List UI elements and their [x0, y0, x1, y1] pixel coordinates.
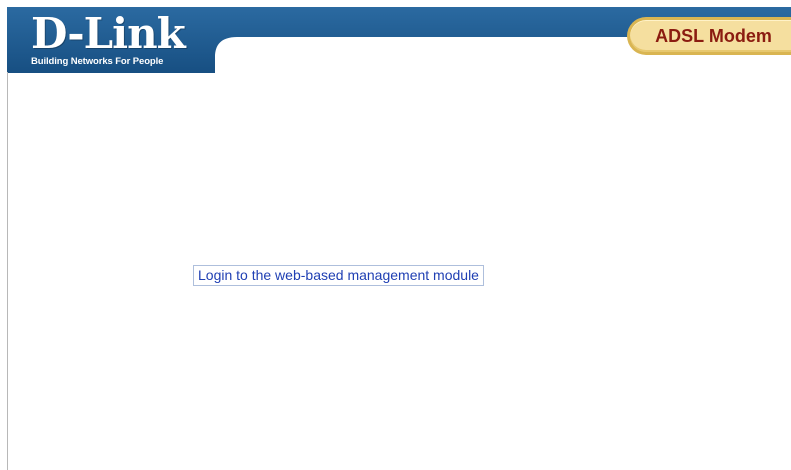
brand-tagline: Building Networks For People [31, 56, 164, 67]
product-badge: ADSL Modem [627, 17, 791, 55]
product-badge-label: ADSL Modem [655, 26, 772, 46]
page: D-Link Building Networks For People ADSL… [0, 0, 791, 470]
d-link-logo: D-Link [31, 9, 186, 58]
left-divider [7, 72, 8, 470]
header-banner: D-Link Building Networks For People ADSL… [7, 7, 791, 73]
login-link[interactable]: Login to the web-based management module [193, 265, 484, 286]
